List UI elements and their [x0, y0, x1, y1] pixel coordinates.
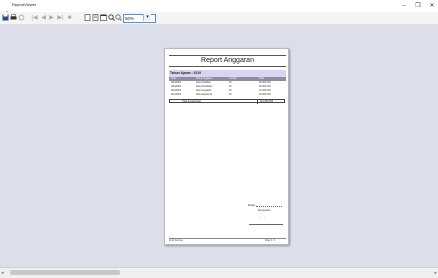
cell-nama: Dana Perbaikan [196, 86, 213, 88]
page-number: Page 1 / 1 [265, 240, 276, 242]
total-divider [257, 100, 258, 104]
total-label: Total Keseluruhan [182, 100, 202, 103]
window-title: ReportViewer [12, 2, 37, 7]
horizontal-scrollbar[interactable]: ◂ ▸ [0, 267, 438, 278]
table-row: ANG0003 Dana Kegiatan 20 10.000.000 [169, 90, 286, 93]
cell-total: 50.000.000 [259, 82, 271, 84]
close-button[interactable]: ✕ [426, 0, 438, 12]
report-title: Report Anggaran [201, 57, 254, 64]
total-value: 110.000.000 [260, 100, 274, 103]
print-button[interactable] [10, 14, 17, 22]
table-row: ANG0001 Dana Fasilitas 20 50.000.000 [169, 82, 286, 85]
signature-name: ( ... ) [260, 217, 265, 220]
table-row: ANG0002 Dana Perbaikan 20 30.000.000 [169, 86, 286, 89]
signature-date-line [256, 206, 282, 207]
minimize-button[interactable]: – [398, 0, 410, 12]
report-page: Report Anggaran Tahun Ajaran : 2019 Kode… [164, 48, 289, 245]
export-icon [100, 14, 107, 21]
table-row: ANG0004 Dana Akademik 20 20.000.000 [169, 94, 286, 97]
total-row: Total Keseluruhan 110.000.000 [169, 99, 285, 104]
page-setup-icon [84, 14, 91, 21]
cell-nama: Dana Akademik [196, 94, 213, 96]
cell-kode: ANG0002 [171, 86, 182, 88]
print-layout-button[interactable] [92, 14, 99, 22]
next-page-button[interactable]: ▶ [48, 14, 55, 22]
cell-jumlah: 20 [229, 86, 232, 88]
zoom-in-button[interactable] [108, 14, 115, 22]
column-header: Total [259, 78, 264, 80]
zoom-out-icon [115, 14, 122, 21]
column-header: Kode [171, 78, 177, 80]
footer-rule [169, 238, 286, 239]
zoom-dropdown-button[interactable]: ▾ [143, 14, 151, 21]
section-label: Tahun Ajaran : 2019 [170, 71, 201, 75]
refresh-button[interactable] [18, 14, 25, 22]
report-toolbar: |◀ ◀ ▶ ▶| ■ 50% ▾ [0, 12, 438, 24]
previous-page-button[interactable]: ◀ [40, 14, 47, 22]
save-button[interactable] [2, 14, 9, 22]
signature-underline [249, 224, 283, 225]
title-bottom-rule [169, 66, 286, 67]
scrollbar-thumb[interactable] [10, 270, 120, 275]
footer-author: Ali Al Farrouq [169, 240, 183, 242]
cell-kode: ANG0003 [171, 90, 182, 92]
table-header: Kode Nama Anggaran Jumlah Total [169, 77, 286, 81]
page-setup-button[interactable] [84, 14, 91, 22]
window-titlebar: ReportViewer – ❐ ✕ [0, 0, 438, 15]
cell-total: 20.000.000 [259, 94, 271, 96]
first-page-button[interactable]: |◀ [31, 14, 38, 22]
stop-button[interactable]: ■ [66, 14, 73, 22]
cell-total: 30.000.000 [259, 86, 271, 88]
export-button[interactable] [100, 14, 107, 22]
scroll-right-arrow[interactable]: ▸ [434, 269, 437, 277]
title-top-rule [169, 55, 286, 56]
zoom-in-icon [108, 14, 115, 21]
cell-nama: Dana Fasilitas [196, 82, 211, 84]
cell-kode: ANG0001 [171, 82, 182, 84]
printer-icon [10, 14, 17, 20]
maximize-button[interactable]: ❐ [412, 0, 424, 12]
cell-total: 10.000.000 [259, 90, 271, 92]
floppy-icon [2, 14, 9, 21]
app-icon [4, 3, 10, 15]
cell-nama: Dana Kegiatan [196, 90, 212, 92]
scroll-left-arrow[interactable]: ◂ [1, 269, 4, 277]
cell-kode: ANG0004 [171, 94, 182, 96]
column-header: Jumlah [229, 78, 237, 80]
cell-jumlah: 20 [229, 90, 232, 92]
zoom-select[interactable]: 50% [123, 14, 156, 23]
column-header: Nama Anggaran [196, 78, 213, 80]
refresh-icon [18, 14, 25, 21]
print-layout-icon [92, 14, 99, 21]
signature-role: Mengetahui [258, 209, 271, 212]
last-page-button[interactable]: ▶| [57, 14, 64, 22]
cell-jumlah: 20 [229, 94, 232, 96]
cell-jumlah: 20 [229, 82, 232, 84]
zoom-out-button[interactable] [115, 14, 122, 22]
